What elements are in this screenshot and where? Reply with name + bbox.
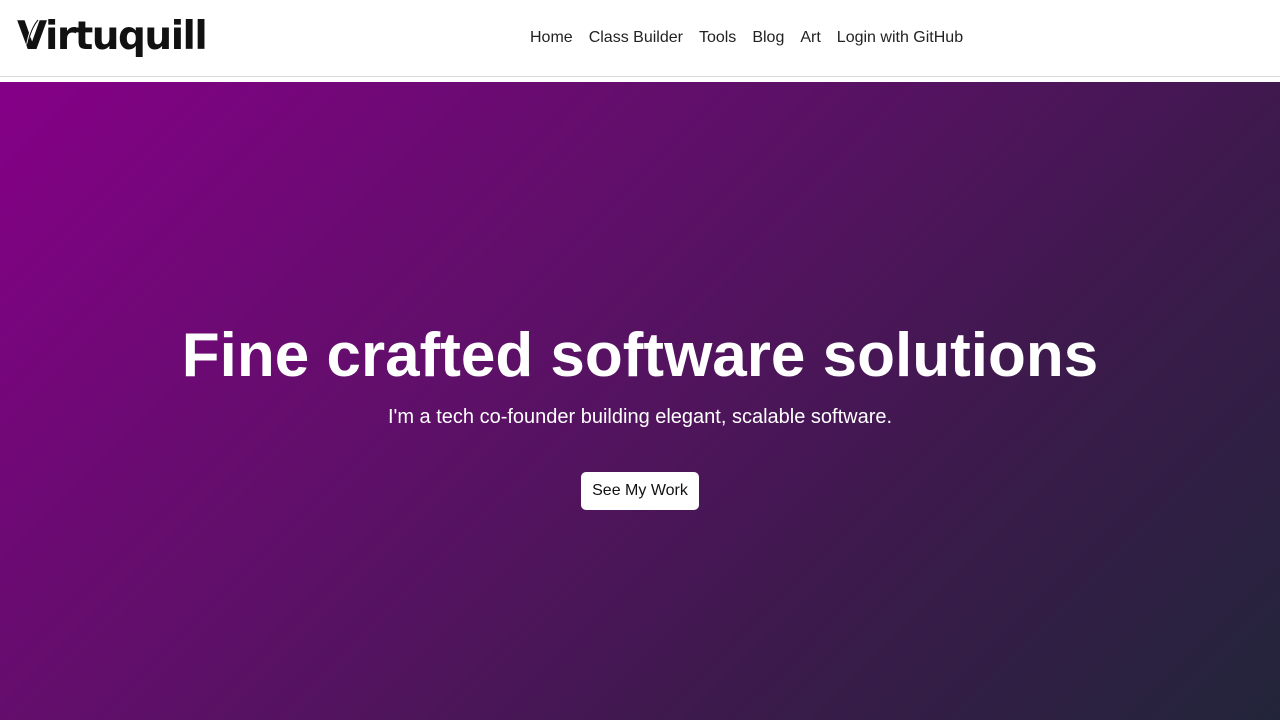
hero-title: Fine crafted software solutions xyxy=(181,321,1099,390)
nav-home[interactable]: Home xyxy=(530,24,573,52)
nav-tools[interactable]: Tools xyxy=(699,24,736,52)
brand-name: Virtuquill xyxy=(17,14,208,59)
see-my-work-button[interactable]: See My Work xyxy=(581,472,699,510)
hero-subtitle: I'm a tech co-founder building elegant, … xyxy=(387,406,893,428)
brand-logo[interactable]: Virtuquill xyxy=(17,14,208,60)
nav-class-builder[interactable]: Class Builder xyxy=(589,24,683,52)
nav-blog[interactable]: Blog xyxy=(752,24,784,52)
navbar: Virtuquill Home Class Builder Tools Blog… xyxy=(0,0,1280,77)
nav-login-github[interactable]: Login with GitHub xyxy=(837,24,963,52)
hero-section: Fine crafted software solutions I'm a te… xyxy=(0,82,1280,720)
nav-art[interactable]: Art xyxy=(800,24,820,52)
main-nav: Home Class Builder Tools Blog Art Login … xyxy=(530,24,963,52)
